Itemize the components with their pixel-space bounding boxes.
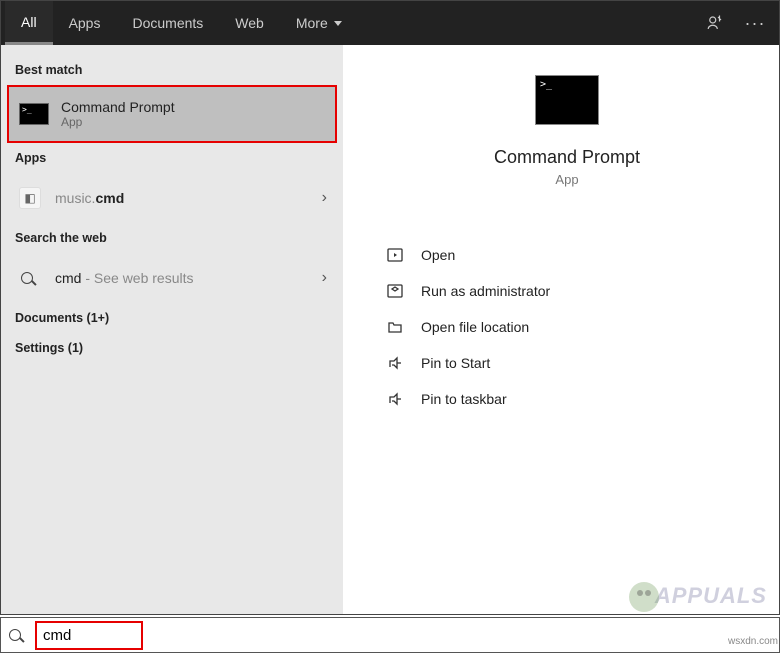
actions-list: Open Run as administrator Open file loca… (385, 237, 749, 417)
pin-taskbar-icon (385, 391, 405, 407)
command-prompt-icon (535, 75, 599, 125)
pin-start-icon (385, 355, 405, 371)
chevron-right-icon: › (322, 189, 327, 207)
filter-tabs: All Apps Documents Web More ··· (1, 1, 779, 45)
action-open[interactable]: Open (385, 237, 749, 273)
search-icon (1, 629, 35, 641)
more-options-icon[interactable]: ··· (735, 1, 775, 45)
apps-label: Apps (1, 143, 343, 173)
search-window: All Apps Documents Web More ··· Best mat… (0, 0, 780, 615)
result-music-cmd[interactable]: ◧ music.cmd › (1, 173, 343, 223)
result-web-cmd[interactable]: cmd - See web results › (1, 253, 343, 303)
open-icon (385, 247, 405, 263)
preview-title: Command Prompt (494, 147, 640, 168)
results-panel: Best match Command Prompt App Apps ◧ mus… (1, 45, 343, 614)
watermark: APPUALS (629, 582, 767, 612)
admin-icon (385, 283, 405, 299)
tab-apps[interactable]: Apps (53, 1, 117, 45)
action-pin-taskbar[interactable]: Pin to taskbar (385, 381, 749, 417)
settings-label[interactable]: Settings (1) (1, 333, 343, 363)
action-open-location[interactable]: Open file location (385, 309, 749, 345)
best-match-label: Best match (1, 55, 343, 85)
result-title: Command Prompt (61, 99, 175, 115)
folder-icon (385, 319, 405, 335)
tab-web[interactable]: Web (219, 1, 280, 45)
search-icon (15, 263, 45, 293)
action-run-admin[interactable]: Run as administrator (385, 273, 749, 309)
documents-label[interactable]: Documents (1+) (1, 303, 343, 333)
search-input[interactable] (39, 623, 139, 648)
result-command-prompt[interactable]: Command Prompt App (7, 85, 337, 143)
result-subtitle: App (61, 115, 175, 129)
tab-all[interactable]: All (5, 1, 53, 45)
search-web-label: Search the web (1, 223, 343, 253)
footer-credit: wsxdn.com (728, 636, 778, 654)
search-bar[interactable] (0, 617, 780, 653)
tab-more[interactable]: More (280, 1, 358, 45)
feedback-icon[interactable] (695, 1, 735, 45)
chevron-right-icon: › (322, 269, 327, 287)
action-pin-start[interactable]: Pin to Start (385, 345, 749, 381)
preview-panel: Command Prompt App Open Run as administr… (343, 45, 779, 614)
preview-subtitle: App (555, 172, 578, 187)
tab-documents[interactable]: Documents (116, 1, 219, 45)
file-icon: ◧ (15, 183, 45, 213)
command-prompt-icon (17, 97, 51, 131)
